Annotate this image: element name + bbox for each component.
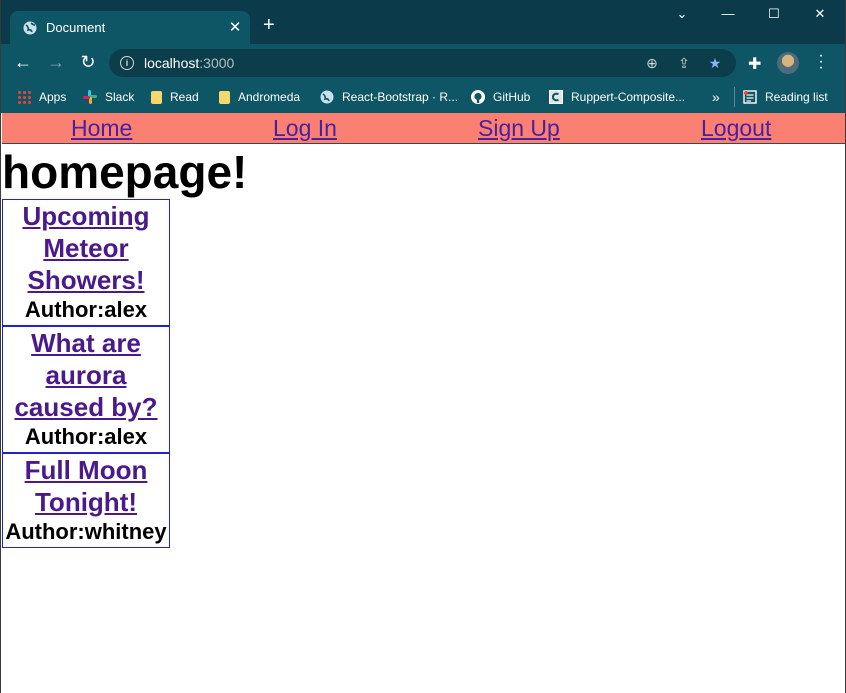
tab-strip: Document ✕ + ⌄ — ☐ ✕ — [1, 0, 845, 45]
nav-logout-link[interactable]: Logout — [701, 115, 771, 142]
bookmark-label: React-Bootstrap · R... — [342, 90, 459, 104]
url-host: localhost — [144, 55, 200, 71]
folder-icon — [219, 90, 230, 104]
nav-login-link[interactable]: Log In — [273, 115, 337, 142]
browser-window: Document ✕ + ⌄ — ☐ ✕ ← → ↻ i localhost:3… — [0, 0, 846, 693]
bookmark-ruppert[interactable]: Ruppert-Composite... — [549, 88, 685, 106]
page-title: homepage! — [2, 146, 248, 198]
post-card: What are aurora caused by? Author:alex — [2, 326, 170, 453]
tab-title: Document — [46, 20, 106, 35]
post-author: Author:alex — [24, 424, 148, 449]
bookmark-apps[interactable]: Apps — [17, 88, 66, 106]
bookmark-read[interactable]: Read — [151, 88, 199, 106]
url-text: localhost:3000 — [144, 55, 234, 71]
post-title-link[interactable]: What are aurora caused by? — [3, 327, 169, 423]
globe-icon — [320, 90, 334, 104]
post-card: Full Moon Tonight! Author:whitney — [2, 453, 170, 548]
bookmark-react-bootstrap[interactable]: React-Bootstrap · R... — [320, 88, 458, 106]
web-page: Home Log In Sign Up Logout homepage! Upc… — [2, 113, 845, 693]
bookmark-andromeda[interactable]: Andromeda — [219, 88, 300, 106]
extensions-icon[interactable]: ✚ — [748, 54, 761, 74]
bookmark-label: Ruppert-Composite... — [571, 90, 686, 104]
slack-icon — [83, 90, 97, 104]
bookmark-star-icon[interactable]: ★ — [707, 55, 723, 71]
reload-icon[interactable]: ↻ — [78, 52, 98, 72]
minimize-button[interactable]: — — [705, 6, 751, 28]
maximize-button[interactable]: ☐ — [751, 6, 797, 28]
forward-icon[interactable]: → — [46, 52, 66, 72]
zoom-icon[interactable]: ⊕ — [644, 55, 660, 71]
post-title-link[interactable]: Upcoming Meteor Showers! — [3, 200, 169, 296]
post-card: Upcoming Meteor Showers! Author:alex — [2, 199, 170, 326]
tab-document[interactable]: Document ✕ — [10, 11, 250, 45]
address-bar[interactable]: i localhost:3000 ⊕ ⇪ ★ — [109, 49, 736, 77]
post-title-link[interactable]: Full Moon Tonight! — [3, 454, 169, 518]
nav-home-link[interactable]: Home — [71, 115, 132, 142]
page-icon — [549, 90, 563, 104]
share-icon[interactable]: ⇪ — [676, 55, 692, 71]
nav-signup-link[interactable]: Sign Up — [478, 115, 560, 142]
bookmark-slack[interactable]: Slack — [83, 88, 134, 106]
bookmark-label: Read — [170, 90, 199, 104]
reading-list-label: Reading list — [765, 90, 828, 104]
globe-icon — [23, 21, 37, 35]
menu-icon[interactable]: · · · — [816, 48, 826, 76]
bookmarks-divider — [734, 87, 735, 107]
reading-list-icon — [743, 90, 757, 104]
browser-toolbar: ← → ↻ i localhost:3000 ⊕ ⇪ ★ ✚ · · · — [1, 44, 845, 81]
tab-close-icon[interactable]: ✕ — [227, 18, 243, 36]
reading-list-button[interactable]: Reading list — [743, 88, 828, 106]
bookmark-github[interactable]: GitHub — [471, 88, 530, 106]
post-author: Author:whitney — [5, 519, 167, 544]
bookmark-label: Slack — [105, 90, 135, 104]
folder-icon — [151, 90, 162, 104]
post-author: Author:alex — [24, 297, 148, 322]
site-info-icon[interactable]: i — [120, 56, 134, 70]
bookmark-label: GitHub — [493, 90, 531, 104]
bookmark-label: Apps — [39, 90, 67, 104]
url-port: :3000 — [199, 55, 235, 71]
profile-avatar[interactable] — [777, 52, 799, 74]
apps-grid-icon — [17, 90, 31, 104]
tab-search-icon[interactable]: ⌄ — [659, 6, 705, 28]
more-bookmarks-button[interactable]: » — [712, 88, 720, 106]
github-icon — [471, 90, 485, 104]
close-window-button[interactable]: ✕ — [797, 6, 843, 28]
site-navbar: Home Log In Sign Up Logout — [2, 113, 845, 144]
bookmark-label: Andromeda — [238, 90, 301, 104]
bookmarks-bar: Apps Slack Read Andromeda React-Bootstra — [1, 81, 845, 113]
new-tab-button[interactable]: + — [263, 15, 275, 35]
back-icon[interactable]: ← — [13, 52, 33, 72]
